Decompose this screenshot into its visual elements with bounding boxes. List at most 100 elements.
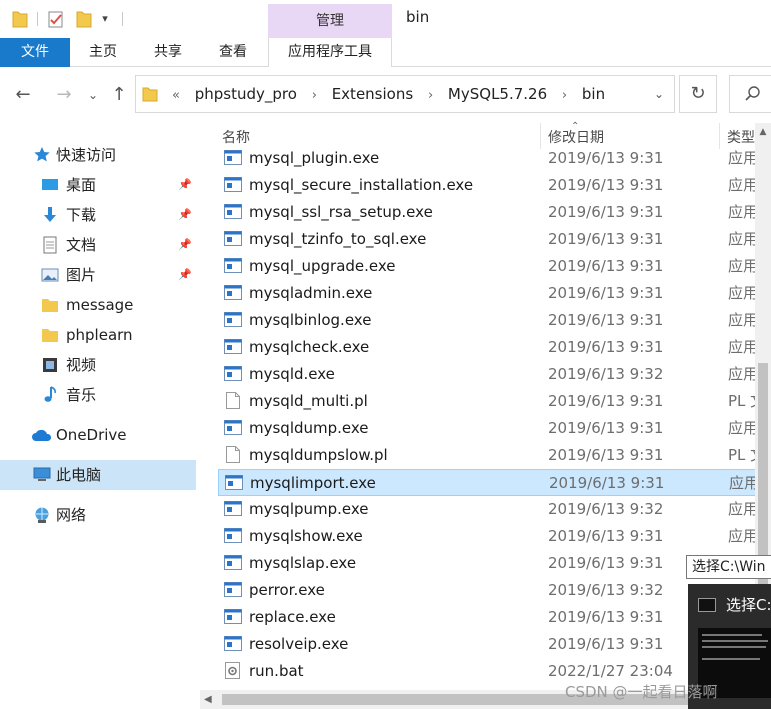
nav-item-quick-access[interactable]: 快速访问 <box>0 140 196 170</box>
file-row[interactable]: resolveip.exe 2019/6/13 9:31 <box>218 631 755 658</box>
new-folder-icon[interactable] <box>76 9 92 29</box>
properties-check-icon[interactable] <box>48 9 64 29</box>
tab-view[interactable]: 查看 <box>200 38 266 67</box>
file-date-modified: 2019/6/13 9:31 <box>548 635 664 653</box>
file-row[interactable]: mysqlbinlog.exe 2019/6/13 9:31 应用 <box>218 307 755 334</box>
nav-item-desktop[interactable]: 桌面 📌 <box>0 170 196 200</box>
title-bar: ▾ 管理 bin <box>0 0 771 38</box>
up-arrow-icon[interactable]: ↑ <box>107 83 131 107</box>
nav-label: 此电脑 <box>56 466 102 484</box>
column-name[interactable]: 名称 <box>222 127 250 147</box>
tab-home[interactable]: 主页 <box>70 38 136 67</box>
application-icon <box>224 204 242 219</box>
application-icon <box>224 231 242 246</box>
file-type: 应用 <box>728 500 755 518</box>
breadcrumb-separator-icon[interactable]: › <box>306 88 323 103</box>
back-arrow-icon[interactable]: ← <box>11 83 35 107</box>
tab-share[interactable]: 共享 <box>136 38 200 67</box>
nav-item-onedrive[interactable]: OneDrive <box>0 420 196 450</box>
file-date-modified: 2019/6/13 9:31 <box>548 149 664 167</box>
nav-label: 音乐 <box>66 386 97 404</box>
nav-item-phplearn[interactable]: phplearn <box>0 320 196 350</box>
file-row[interactable]: mysqlslap.exe 2019/6/13 9:31 <box>218 550 755 577</box>
breadcrumb-item-bin[interactable]: bin <box>578 85 609 103</box>
breadcrumb-item-mysql[interactable]: MySQL5.7.26 <box>444 85 551 103</box>
pin-icon[interactable]: 📌 <box>178 260 192 290</box>
tab-file[interactable]: 文件 <box>0 38 70 67</box>
nav-label: 图片 <box>66 266 97 284</box>
breadcrumb-separator-icon[interactable]: › <box>556 88 573 103</box>
nav-item-this-pc[interactable]: 此电脑 <box>0 460 196 490</box>
application-icon <box>224 177 242 192</box>
file-row[interactable]: replace.exe 2019/6/13 9:31 <box>218 604 755 631</box>
forward-arrow-icon[interactable]: → <box>52 83 76 107</box>
search-box[interactable] <box>729 75 771 113</box>
breadcrumb-separator-icon[interactable]: › <box>422 88 439 103</box>
breadcrumb-overflow[interactable]: « <box>166 88 186 103</box>
nav-label: 网络 <box>56 506 87 524</box>
nav-item-network[interactable]: 网络 <box>0 500 196 530</box>
file-row[interactable]: mysql_tzinfo_to_sql.exe 2019/6/13 9:31 应用 <box>218 226 755 253</box>
file-row[interactable]: mysql_plugin.exe 2019/6/13 9:31 应用 <box>218 146 755 172</box>
csdn-watermark: CSDN @一起看日落啊 <box>565 683 718 701</box>
scroll-up-icon[interactable]: ▲ <box>755 123 771 141</box>
pin-icon[interactable]: 📌 <box>178 230 192 260</box>
nav-label: 快速访问 <box>56 146 117 164</box>
column-date-modified[interactable]: 修改日期 <box>548 127 604 147</box>
file-name: mysqlshow.exe <box>249 527 363 545</box>
cmd-window-title: 选择C: <box>726 596 771 614</box>
column-type[interactable]: 类型 <box>727 127 755 147</box>
breadcrumb-item-extensions[interactable]: Extensions <box>328 85 417 103</box>
file-date-modified: 2019/6/13 9:31 <box>548 527 664 545</box>
tab-application-tools[interactable]: 应用程序工具 <box>268 38 392 68</box>
nav-item-pictures[interactable]: 图片 📌 <box>0 260 196 290</box>
application-icon <box>224 312 242 327</box>
file-name: mysqlpump.exe <box>249 500 369 518</box>
taskbar-tooltip: 选择C:\Win <box>686 555 771 579</box>
file-row[interactable]: mysqldump.exe 2019/6/13 9:31 应用 <box>218 415 755 442</box>
file-row[interactable]: mysqld.exe 2019/6/13 9:32 应用 <box>218 361 755 388</box>
address-dropdown-icon[interactable]: ⌄ <box>654 76 664 112</box>
file-row[interactable]: mysqlpump.exe 2019/6/13 9:32 应用 <box>218 496 755 523</box>
file-row[interactable]: mysql_secure_installation.exe 2019/6/13 9… <box>218 172 755 199</box>
nav-item-documents[interactable]: 文档 📌 <box>0 230 196 260</box>
file-type: PL 文 <box>728 446 755 464</box>
file-row[interactable]: mysqlcheck.exe 2019/6/13 9:31 应用 <box>218 334 755 361</box>
file-icon <box>226 392 240 409</box>
recent-locations-chevron-icon[interactable]: ⌄ <box>84 83 102 107</box>
file-row[interactable]: mysql_upgrade.exe 2019/6/13 9:31 应用 <box>218 253 755 280</box>
folder-icon <box>142 87 158 102</box>
nav-item-videos[interactable]: 视频 <box>0 350 196 380</box>
nav-label: OneDrive <box>56 426 127 444</box>
navigation-pane: 快速访问 桌面 📌 下载 📌 文档 📌 图片 📌 message phplear… <box>0 123 200 709</box>
manage-contextual-tab[interactable]: 管理 <box>268 4 392 38</box>
file-row[interactable]: mysqldumpslow.pl 2019/6/13 9:31 PL 文 <box>218 442 755 469</box>
file-date-modified: 2019/6/13 9:32 <box>548 581 664 599</box>
address-bar[interactable]: « phpstudy_pro › Extensions › MySQL5.7.2… <box>135 75 675 113</box>
file-row[interactable]: mysqlimport.exe 2019/6/13 9:31 应用 <box>218 469 755 496</box>
file-name: mysqlcheck.exe <box>249 338 370 356</box>
scroll-left-icon[interactable]: ◀ <box>204 690 212 709</box>
file-date-modified: 2019/6/13 9:32 <box>548 500 664 518</box>
refresh-icon[interactable]: ↻ <box>679 75 717 113</box>
nav-item-music[interactable]: 音乐 <box>0 380 196 410</box>
breadcrumb-item-phpstudy-pro[interactable]: phpstudy_pro <box>191 85 301 103</box>
file-row[interactable]: mysql_ssl_rsa_setup.exe 2019/6/13 9:31 应用 <box>218 199 755 226</box>
file-type: 应用 <box>728 176 755 194</box>
window-title: bin <box>406 8 430 26</box>
divider <box>37 12 38 26</box>
file-row[interactable]: mysqlshow.exe 2019/6/13 9:31 应用 <box>218 523 755 550</box>
application-icon <box>224 339 242 354</box>
file-row[interactable]: perror.exe 2019/6/13 9:32 <box>218 577 755 604</box>
file-row[interactable]: mysqladmin.exe 2019/6/13 9:31 应用 <box>218 280 755 307</box>
file-date-modified: 2019/6/13 9:31 <box>548 257 664 275</box>
pin-icon[interactable]: 📌 <box>178 200 192 230</box>
nav-label: 视频 <box>66 356 97 374</box>
pin-icon[interactable]: 📌 <box>178 170 192 200</box>
folder-icon[interactable] <box>12 9 28 29</box>
file-date-modified: 2019/6/13 9:31 <box>548 608 664 626</box>
nav-item-message[interactable]: message <box>0 290 196 320</box>
customize-toolbar-dropdown-icon[interactable]: ▾ <box>100 9 110 29</box>
nav-item-downloads[interactable]: 下载 📌 <box>0 200 196 230</box>
file-row[interactable]: mysqld_multi.pl 2019/6/13 9:31 PL 文 <box>218 388 755 415</box>
